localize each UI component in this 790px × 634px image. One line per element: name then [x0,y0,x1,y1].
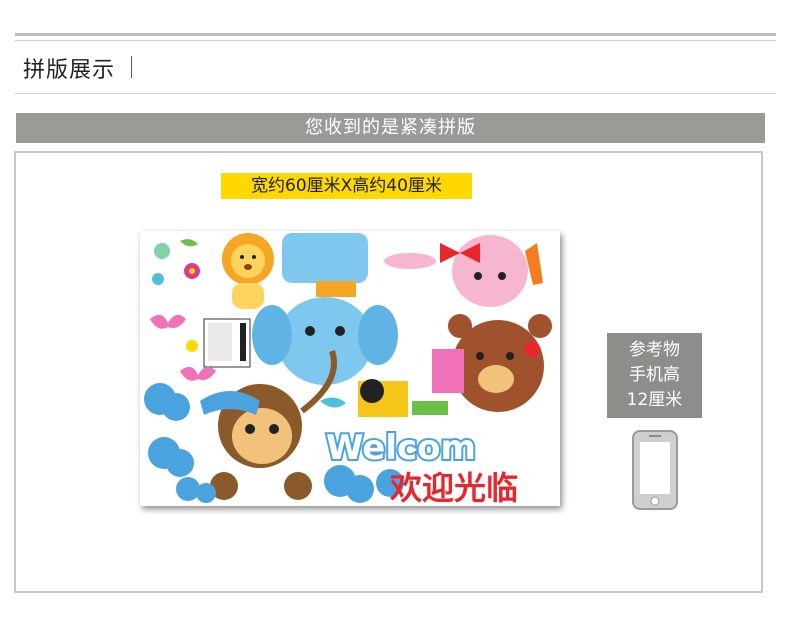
welcome-text: Welcom [326,428,476,468]
elephant-sticker [252,233,398,386]
lion-sticker [222,233,274,309]
flowers-decoration [152,239,200,285]
layout-banner: 您收到的是紧凑拼版 [16,113,765,143]
reference-line1: 参考物 [629,340,680,360]
reference-label: 参考物 手机高 12厘米 [607,333,702,418]
top-rule-thin [15,40,776,41]
sticker-sheet-image: Welcom 欢迎光临 [140,231,560,506]
cat-sticker [358,379,408,417]
size-label: 宽约60厘米X高约40厘米 [221,173,472,199]
bear-sticker [412,314,552,415]
reference-line2: 手机高 [629,365,680,385]
phone-icon [632,430,678,510]
reference-line3: 12厘米 [626,390,683,410]
title-divider [131,56,132,78]
bunny-sticker [384,235,543,307]
welcome-cn-text: 欢迎光临 [389,469,518,506]
instruction-thumbnail [203,318,251,368]
page-title: 拼版展示 [23,58,116,83]
section-divider [15,93,776,94]
top-rule [15,33,776,36]
